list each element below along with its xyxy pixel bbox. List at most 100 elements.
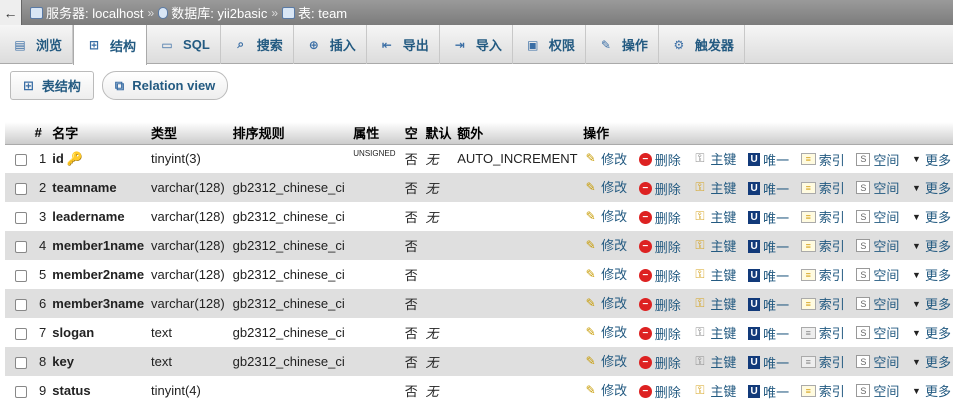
breadcrumb-server[interactable]: 服务器: localhost: [30, 3, 144, 22]
index-action[interactable]: ≡ 索引: [800, 236, 845, 255]
unique-action[interactable]: U 唯一: [748, 208, 789, 227]
row-checkbox[interactable]: [15, 153, 27, 166]
spatial-action[interactable]: S 空间: [856, 352, 899, 371]
breadcrumb-database[interactable]: 数据库: yii2basic: [158, 3, 267, 22]
edit-action[interactable]: ✎ 修改: [583, 177, 628, 196]
spatial-action[interactable]: S 空间: [856, 323, 899, 342]
edit-action[interactable]: ✎ 修改: [583, 322, 628, 341]
primary-action[interactable]: ⚿ 主键: [692, 149, 736, 168]
header-name[interactable]: 名字: [50, 122, 150, 145]
index-action[interactable]: ≡ 索引: [800, 178, 845, 197]
drop-action[interactable]: − 删除: [638, 150, 681, 169]
table-structure-button[interactable]: ⊞ 表结构: [10, 71, 94, 100]
edit-action[interactable]: ✎ 修改: [583, 235, 628, 254]
tab-browse[interactable]: ▤ 浏览: [0, 25, 74, 64]
unique-action[interactable]: U 唯一: [748, 237, 789, 256]
tab-sql[interactable]: ▭ SQL: [147, 25, 221, 64]
breadcrumb-database-label[interactable]: 数据库: yii2basic: [171, 3, 267, 22]
row-checkbox[interactable]: [15, 327, 27, 340]
header-default[interactable]: 默认: [423, 122, 456, 145]
index-action[interactable]: ≡ 索引: [800, 381, 845, 400]
tab-search[interactable]: ⌕ 搜索: [221, 25, 294, 64]
primary-action[interactable]: ⚿ 主键: [692, 381, 736, 400]
index-action[interactable]: ≡ 索引: [800, 207, 845, 226]
drop-action[interactable]: − 删除: [638, 324, 681, 343]
breadcrumb-table-label[interactable]: 表: team: [298, 3, 347, 22]
primary-action[interactable]: ⚿ 主键: [692, 323, 736, 342]
breadcrumb-server-label[interactable]: 服务器: localhost: [46, 3, 144, 22]
spatial-action[interactable]: S 空间: [856, 207, 899, 226]
edit-action[interactable]: ✎ 修改: [583, 380, 628, 399]
drop-action[interactable]: − 删除: [638, 353, 681, 372]
unique-action[interactable]: U 唯一: [748, 382, 789, 401]
primary-action[interactable]: ⚿ 主键: [692, 207, 736, 226]
row-checkbox[interactable]: [15, 182, 27, 195]
header-null[interactable]: 空: [402, 122, 424, 145]
index-action[interactable]: ≡ 索引: [800, 265, 845, 284]
tab-export[interactable]: ⇤ 导出: [367, 25, 440, 64]
drop-action[interactable]: − 删除: [638, 208, 681, 227]
drop-action[interactable]: − 删除: [638, 266, 681, 285]
row-checkbox[interactable]: [15, 269, 27, 282]
header-num[interactable]: #: [32, 122, 51, 145]
more-action[interactable]: ▼ 更多: [911, 236, 951, 255]
index-action[interactable]: ≡ 索引: [800, 294, 845, 313]
primary-action[interactable]: ⚿ 主键: [692, 178, 736, 197]
primary-action[interactable]: ⚿ 主键: [692, 352, 736, 371]
tab-triggers[interactable]: ⚙ 触发器: [659, 25, 745, 64]
unique-action[interactable]: U 唯一: [748, 266, 789, 285]
more-action[interactable]: ▼ 更多: [911, 150, 951, 169]
more-action[interactable]: ▼ 更多: [911, 178, 951, 197]
unique-action[interactable]: U 唯一: [748, 150, 789, 169]
index-action[interactable]: ≡ 索引: [800, 150, 845, 169]
edit-action[interactable]: ✎ 修改: [583, 206, 628, 225]
tab-insert[interactable]: ⊕ 插入: [294, 25, 367, 64]
more-action[interactable]: ▼ 更多: [911, 265, 951, 284]
primary-action[interactable]: ⚿ 主键: [692, 236, 736, 255]
primary-action[interactable]: ⚿ 主键: [692, 294, 736, 313]
more-action[interactable]: ▼ 更多: [911, 323, 951, 342]
header-extra[interactable]: 额外: [455, 122, 582, 145]
header-type[interactable]: 类型: [149, 122, 231, 145]
spatial-action[interactable]: S 空间: [856, 150, 899, 169]
header-collation[interactable]: 排序规则: [230, 122, 352, 145]
edit-action[interactable]: ✎ 修改: [583, 293, 628, 312]
spatial-action[interactable]: S 空间: [856, 236, 899, 255]
header-attributes[interactable]: 属性: [351, 122, 403, 145]
drop-action[interactable]: − 删除: [638, 179, 681, 198]
unique-action[interactable]: U 唯一: [748, 179, 789, 198]
row-checkbox[interactable]: [15, 240, 27, 253]
row-checkbox[interactable]: [15, 356, 27, 369]
index-action[interactable]: ≡ 索引: [800, 323, 845, 342]
edit-action[interactable]: ✎ 修改: [583, 149, 628, 168]
unique-action[interactable]: U 唯一: [748, 324, 789, 343]
tab-operations[interactable]: ✎ 操作: [586, 25, 659, 64]
tab-structure[interactable]: ⊞ 结构: [73, 25, 148, 65]
more-action[interactable]: ▼ 更多: [911, 207, 951, 226]
breadcrumb-table[interactable]: 表: team: [282, 3, 347, 22]
edit-action[interactable]: ✎ 修改: [583, 264, 628, 283]
drop-action[interactable]: − 删除: [638, 295, 681, 314]
unique-action[interactable]: U 唯一: [748, 295, 789, 314]
row-checkbox[interactable]: [15, 385, 27, 398]
spatial-action[interactable]: S 空间: [856, 294, 899, 313]
spatial-action[interactable]: S 空间: [856, 178, 899, 197]
drop-action[interactable]: − 删除: [638, 382, 681, 401]
tab-privileges[interactable]: ▣ 权限: [513, 25, 586, 64]
back-icon[interactable]: ←: [0, 0, 22, 25]
unique-action[interactable]: U 唯一: [748, 353, 789, 372]
spatial-action[interactable]: S 空间: [856, 381, 899, 400]
drop-action[interactable]: − 删除: [638, 237, 681, 256]
row-checkbox[interactable]: [15, 211, 27, 224]
index-action[interactable]: ≡ 索引: [800, 352, 845, 371]
tab-import[interactable]: ⇥ 导入: [440, 25, 513, 64]
relation-view-button[interactable]: ⧉ Relation view: [101, 71, 229, 100]
spatial-label: 空间: [873, 297, 900, 313]
more-action[interactable]: ▼ 更多: [911, 294, 951, 313]
spatial-action[interactable]: S 空间: [856, 265, 899, 284]
more-action[interactable]: ▼ 更多: [911, 352, 951, 371]
more-action[interactable]: ▼ 更多: [911, 381, 951, 400]
row-checkbox[interactable]: [15, 298, 27, 311]
primary-action[interactable]: ⚿ 主键: [692, 265, 736, 284]
edit-action[interactable]: ✎ 修改: [583, 351, 628, 370]
